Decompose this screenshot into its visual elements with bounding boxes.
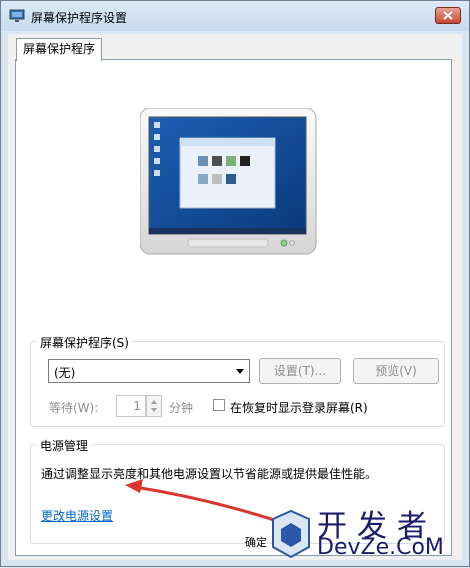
watermark: 开发者 DevZe.CoM <box>269 501 469 565</box>
annotation-arrow <box>125 479 284 525</box>
tab-screensaver[interactable]: 屏幕保护程序 <box>16 38 103 61</box>
screensaver-settings-window: 屏幕保护程序设置 屏幕保护程序 屏幕保护程序(S) (无) 设置(T)... 预… <box>0 0 470 567</box>
watermark-en: DevZe.CoM <box>317 535 444 560</box>
watermark-logo-icon <box>272 509 310 559</box>
